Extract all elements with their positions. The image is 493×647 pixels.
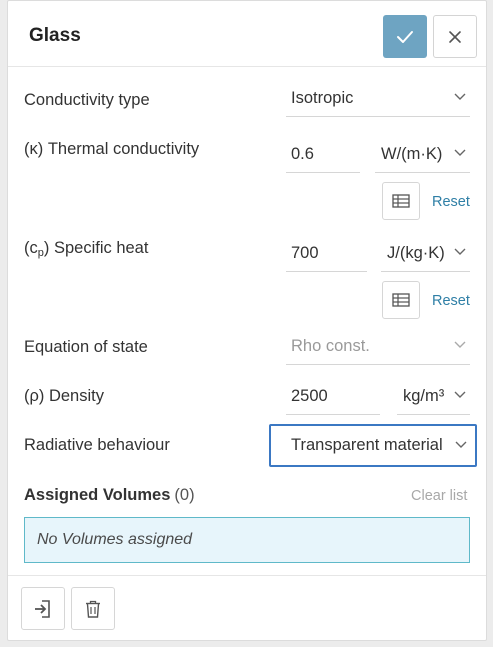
- assign-icon: [35, 599, 50, 618]
- chevron-down-icon: [454, 93, 466, 100]
- chevron-down-icon: [454, 149, 466, 156]
- radiative-behaviour-label: Radiative behaviour: [24, 436, 170, 454]
- conductivity-type-label: Conductivity type: [24, 91, 150, 109]
- assign-button[interactable]: [21, 587, 65, 630]
- specific-heat-symbol-close: ): [43, 239, 50, 257]
- assigned-volumes-heading: Assigned Volumes (0): [24, 486, 195, 505]
- check-icon: [397, 30, 413, 43]
- thermal-conductivity-input[interactable]: 0.6: [286, 139, 360, 173]
- specific-heat-reset-link[interactable]: Reset: [432, 293, 470, 309]
- conductivity-type-value: Isotropic: [291, 89, 354, 107]
- thermal-conductivity-text: Thermal conductivity: [47, 140, 200, 158]
- assigned-volumes-title: Assigned Volumes: [24, 486, 171, 504]
- panel-title: Glass: [29, 25, 81, 46]
- thermal-conductivity-unit: W/(m·K): [381, 145, 443, 163]
- density-unit-select[interactable]: kg/m³: [397, 381, 470, 415]
- density-unit: kg/m³: [403, 387, 445, 405]
- thermal-conductivity-table-button[interactable]: [382, 182, 420, 220]
- assigned-volumes-count: (0): [174, 486, 195, 504]
- panel-footer: [8, 575, 486, 641]
- material-panel: Glass Conductivity type Isotropic (κ) Th…: [7, 0, 487, 641]
- radiative-behaviour-value: Transparent material: [291, 436, 443, 454]
- specific-heat-label: (cp) Specific heat: [24, 239, 148, 259]
- specific-heat-table-button[interactable]: [382, 281, 420, 319]
- equation-of-state-label: Equation of state: [24, 338, 148, 356]
- thermal-conductivity-reset-link[interactable]: Reset: [432, 194, 470, 210]
- delete-button[interactable]: [71, 587, 115, 630]
- panel-header: Glass: [8, 1, 486, 67]
- density-input[interactable]: 2500: [286, 381, 380, 415]
- chevron-down-icon: [454, 391, 466, 398]
- assigned-volumes-empty-state[interactable]: No Volumes assigned: [24, 517, 470, 563]
- specific-heat-unit: J/(kg·K): [387, 244, 445, 262]
- chevron-down-icon: [451, 441, 471, 449]
- specific-heat-symbol-open: (c: [24, 239, 38, 257]
- close-button[interactable]: [433, 15, 477, 58]
- trash-icon: [86, 600, 100, 618]
- radiative-behaviour-select[interactable]: Transparent material: [269, 424, 477, 467]
- thermal-conductivity-symbol: (κ): [24, 140, 44, 158]
- chevron-down-icon: [454, 341, 466, 348]
- table-icon: [392, 293, 410, 307]
- specific-heat-unit-select[interactable]: J/(kg·K): [381, 238, 470, 272]
- density-label: (ρ) Density: [24, 387, 104, 405]
- equation-of-state-value: Rho const.: [291, 337, 370, 355]
- thermal-conductivity-label: (κ) Thermal conductivity: [24, 140, 199, 159]
- equation-of-state-select: Rho const.: [286, 331, 470, 365]
- conductivity-type-select[interactable]: Isotropic: [286, 83, 470, 117]
- specific-heat-input[interactable]: 700: [286, 238, 367, 272]
- clear-list-link[interactable]: Clear list: [411, 488, 467, 504]
- chevron-down-icon: [454, 248, 466, 255]
- close-icon: [449, 30, 461, 43]
- confirm-button[interactable]: [383, 15, 427, 58]
- specific-heat-text: Specific heat: [53, 239, 149, 257]
- thermal-conductivity-unit-select[interactable]: W/(m·K): [375, 139, 470, 173]
- table-icon: [392, 194, 410, 208]
